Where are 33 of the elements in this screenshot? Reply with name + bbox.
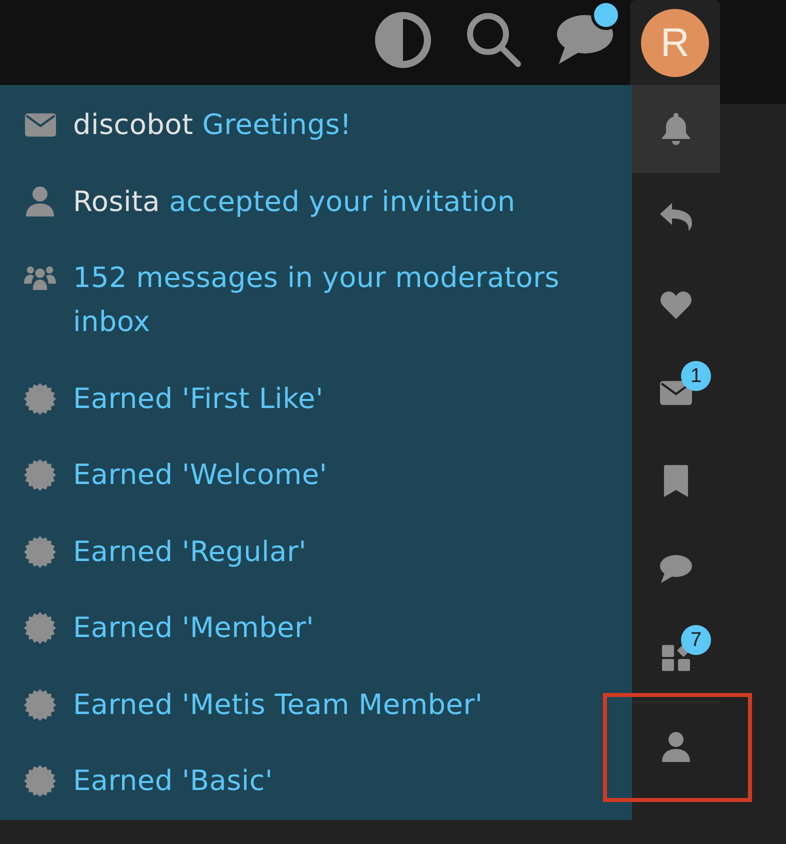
- starburst-icon: [24, 382, 56, 415]
- notification-link[interactable]: Rosita accepted your invitation: [73, 180, 516, 224]
- reply-arrow-icon: [660, 203, 692, 231]
- notification-link[interactable]: Earned 'Metis Team Member': [73, 682, 483, 727]
- notification-link[interactable]: Earned 'Basic': [73, 759, 273, 804]
- starburst-icon: [24, 536, 56, 568]
- heart-icon: [660, 291, 692, 319]
- notification-link[interactable]: 152 messages in your moderators inbox: [73, 256, 573, 344]
- person-icon: [26, 186, 54, 218]
- squares-icon: [662, 643, 690, 671]
- starburst-icon: [24, 688, 56, 721]
- count-badge: 7: [681, 625, 711, 655]
- bell-icon: [662, 113, 690, 145]
- starburst-icon: [24, 459, 56, 492]
- notification-link[interactable]: Earned 'Welcome': [73, 453, 328, 498]
- theme-toggle-button[interactable]: [375, 12, 431, 68]
- notification-link[interactable]: discobot Greetings!: [73, 103, 352, 148]
- people-icon: [24, 266, 56, 290]
- search-button[interactable]: [466, 12, 522, 68]
- notification-link[interactable]: Earned 'Regular': [73, 530, 307, 574]
- speech-bubble-icon: [660, 555, 692, 583]
- notification-link[interactable]: Earned 'First Like': [73, 376, 324, 421]
- envelope-icon: [24, 113, 56, 138]
- person-icon: [662, 732, 690, 762]
- notification-link[interactable]: Earned 'Member': [73, 606, 314, 650]
- search-icon: [466, 12, 522, 68]
- bookmark-icon: [664, 465, 688, 497]
- sidebar-tab[interactable]: [632, 85, 720, 173]
- contrast-icon: [375, 12, 431, 68]
- starburst-icon: [24, 612, 56, 644]
- starburst-icon: [24, 765, 56, 798]
- count-badge: 1: [681, 361, 711, 391]
- envelope-icon: [660, 381, 692, 405]
